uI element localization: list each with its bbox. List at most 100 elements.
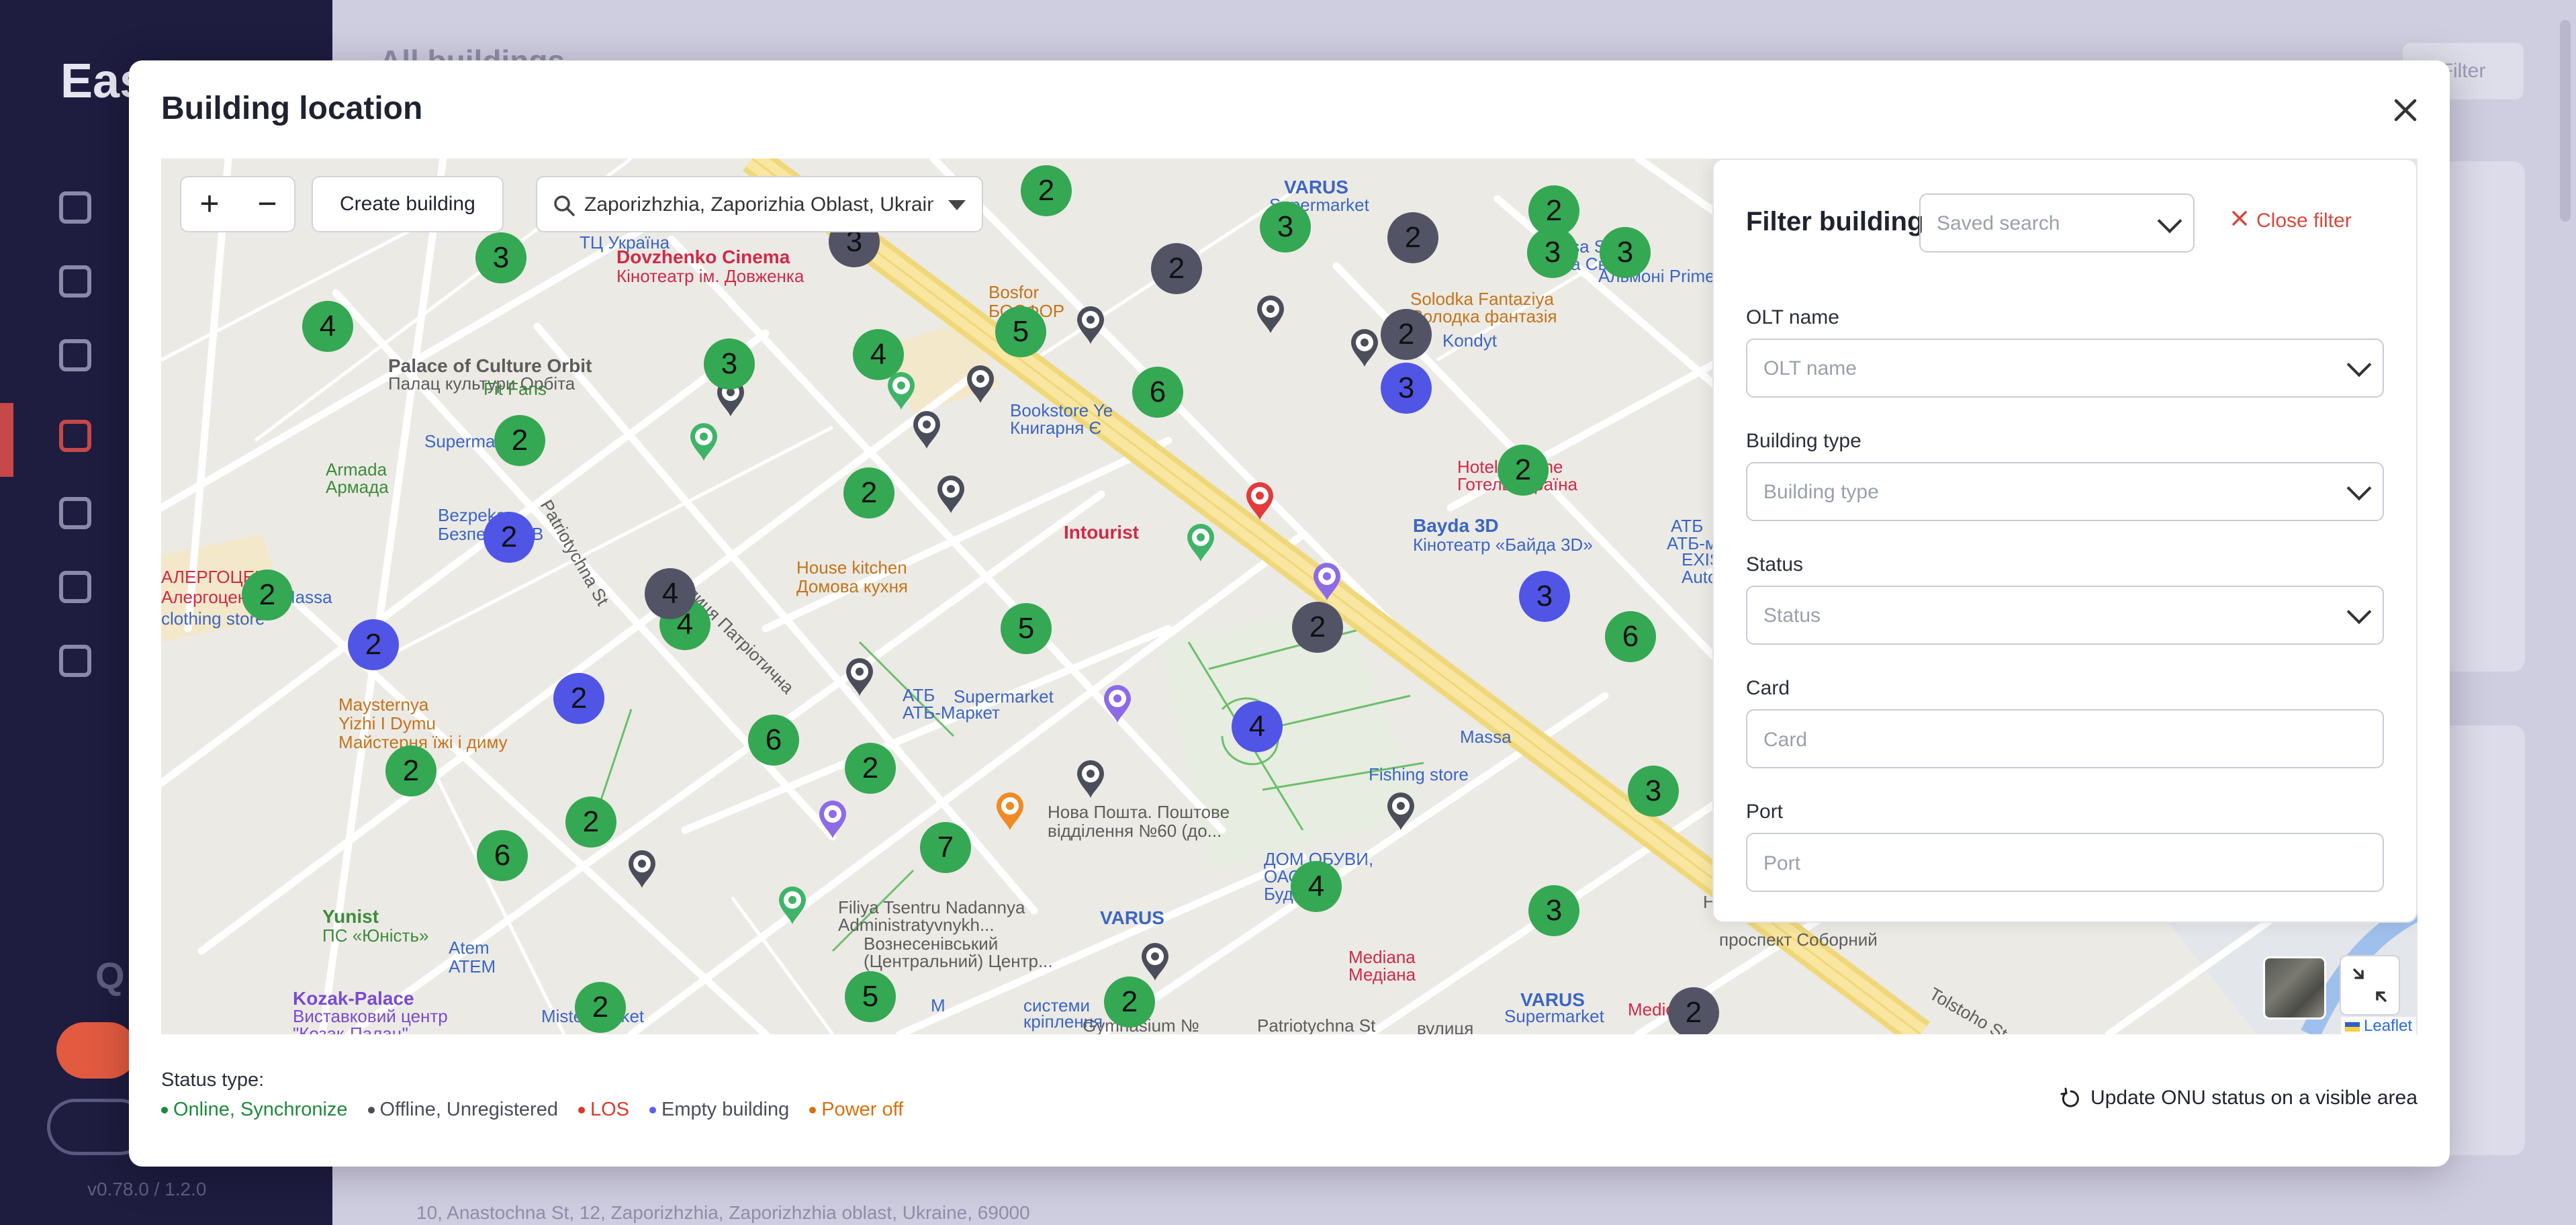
- marker-cluster-grey[interactable]: 2: [1668, 987, 1719, 1034]
- marker-cluster-green[interactable]: 7: [920, 822, 971, 873]
- marker-cluster-green[interactable]: 6: [477, 830, 528, 881]
- building-pin-purple[interactable]: [1311, 561, 1343, 603]
- marker-cluster-green[interactable]: 2: [843, 467, 894, 518]
- marker-cluster-green[interactable]: 3: [1527, 227, 1578, 278]
- leaflet-attribution[interactable]: Leaflet: [2341, 1017, 2417, 1034]
- chevron-down-icon[interactable]: [948, 200, 966, 210]
- marker-cluster-green[interactable]: 3: [1260, 201, 1311, 253]
- buildings-icon[interactable]: [59, 420, 91, 452]
- marker-cluster-green[interactable]: 4: [853, 329, 904, 380]
- marker-cluster-green[interactable]: 3: [704, 338, 755, 390]
- marker-cluster-grey[interactable]: 4: [645, 568, 696, 619]
- marker-cluster-grey[interactable]: 2: [1292, 602, 1343, 653]
- attribution-link[interactable]: Leaflet: [2364, 1017, 2412, 1034]
- status-legend-label: Power off: [821, 1099, 904, 1120]
- building-pin-grey[interactable]: [1074, 305, 1107, 347]
- location-search[interactable]: [536, 176, 983, 232]
- building-pin-purple[interactable]: [817, 799, 849, 841]
- zoom-in-button[interactable]: +: [181, 177, 238, 231]
- table-row[interactable]: 10, Anastochna St, 12, Zaporizhzhia, Zap…: [416, 1202, 1030, 1224]
- marker-cluster-blue[interactable]: 3: [1381, 363, 1432, 414]
- building-pin-grey[interactable]: [935, 474, 967, 516]
- dashboard-icon[interactable]: [59, 191, 91, 224]
- marker-cluster-green[interactable]: 2: [565, 797, 616, 848]
- marker-cluster-green[interactable]: 3: [1628, 766, 1679, 817]
- globe-icon[interactable]: [59, 339, 91, 371]
- location-search-input[interactable]: [583, 187, 935, 223]
- close-icon: [2232, 211, 2247, 226]
- port-input[interactable]: [1762, 845, 2369, 882]
- marker-cluster-green[interactable]: 2: [575, 982, 626, 1033]
- building-pin-green[interactable]: [1185, 523, 1217, 564]
- building-pin-grey[interactable]: [911, 410, 943, 451]
- marker-cluster-grey[interactable]: 2: [1151, 243, 1202, 294]
- map-label: Bayda 3D: [1413, 515, 1499, 536]
- close-icon[interactable]: [2387, 91, 2424, 129]
- status-legend-item: Empty building: [649, 1099, 789, 1120]
- settings-icon[interactable]: [59, 645, 91, 677]
- saved-search-placeholder: Saved search: [1937, 212, 2060, 234]
- marker-cluster-green[interactable]: 5: [845, 971, 896, 1022]
- port-field[interactable]: [1746, 833, 2384, 892]
- marker-cluster-green[interactable]: 6: [748, 715, 799, 766]
- marker-cluster-green[interactable]: 3: [475, 232, 526, 283]
- page-scrollbar[interactable]: [2560, 20, 2571, 222]
- pages-icon[interactable]: [59, 265, 91, 298]
- satellite-layer-toggle[interactable]: [2263, 956, 2326, 1019]
- building-pin-grey[interactable]: [626, 849, 658, 891]
- close-filter-button[interactable]: Close filter: [2229, 210, 2352, 232]
- marker-cluster-green[interactable]: 5: [995, 306, 1046, 357]
- marker-cluster-green[interactable]: 2: [385, 745, 436, 797]
- marker-cluster-green[interactable]: 2: [1021, 165, 1072, 216]
- building-pin-grey[interactable]: [1254, 294, 1287, 336]
- building-pin-orange[interactable]: [994, 791, 1026, 833]
- marker-cluster-blue[interactable]: 2: [484, 512, 535, 563]
- saved-search-select[interactable]: Saved search: [1919, 193, 2195, 253]
- marker-cluster-green[interactable]: 3: [1600, 227, 1651, 278]
- marker-cluster-green[interactable]: 6: [1132, 367, 1183, 418]
- card-field[interactable]: [1746, 709, 2384, 768]
- status-dot-icon: [161, 1107, 168, 1114]
- building-pin-grey[interactable]: [964, 364, 997, 406]
- building-pin-green[interactable]: [688, 422, 720, 463]
- zoom-out-button[interactable]: −: [239, 177, 295, 231]
- building-type-select[interactable]: Building type: [1746, 462, 2384, 521]
- marker-cluster-green[interactable]: 2: [494, 415, 545, 466]
- marker-cluster-green[interactable]: 5: [1001, 603, 1052, 654]
- server-icon[interactable]: [59, 497, 91, 529]
- marker-cluster-green[interactable]: 2: [242, 570, 293, 621]
- marker-cluster-green[interactable]: 2: [845, 743, 896, 794]
- marker-cluster-grey[interactable]: 2: [1381, 309, 1432, 360]
- chart-icon[interactable]: [59, 571, 91, 603]
- refresh-icon: [2060, 1087, 2079, 1107]
- building-pin-green[interactable]: [776, 885, 809, 927]
- fullscreen-exit-button[interactable]: [2340, 955, 2400, 1015]
- marker-cluster-blue[interactable]: 2: [553, 673, 604, 724]
- marker-cluster-green[interactable]: 4: [1291, 861, 1342, 912]
- building-pin-grey[interactable]: [1348, 328, 1381, 369]
- ukraine-flag-icon: [2345, 1022, 2360, 1032]
- building-pin-red[interactable]: [1244, 481, 1276, 523]
- building-pin-purple[interactable]: [1101, 684, 1134, 725]
- olt-name-select[interactable]: OLT name: [1746, 338, 2384, 398]
- status-select[interactable]: Status: [1746, 586, 2384, 645]
- marker-cluster-blue[interactable]: 2: [348, 619, 399, 670]
- update-onu-status-button[interactable]: Update ONU status on a visible area: [2060, 1087, 2418, 1110]
- map[interactable]: Dovzhenko Cinema Кінотеатр ім. Довженка ТЦ…: [161, 158, 2418, 1034]
- marker-cluster-blue[interactable]: 3: [1519, 571, 1570, 622]
- marker-cluster-green[interactable]: 4: [302, 301, 353, 352]
- marker-cluster-blue[interactable]: 4: [1232, 701, 1283, 752]
- create-building-button[interactable]: Create building: [312, 176, 504, 232]
- marker-cluster-green[interactable]: 3: [1528, 885, 1579, 936]
- card-input[interactable]: [1762, 721, 2369, 759]
- building-pin-grey[interactable]: [1385, 791, 1417, 833]
- building-pin-grey[interactable]: [1074, 759, 1107, 801]
- sidebar-action-button[interactable]: [56, 1022, 137, 1079]
- marker-cluster-green[interactable]: 6: [1605, 611, 1656, 662]
- building-pin-grey[interactable]: [1139, 942, 1171, 983]
- marker-cluster-grey[interactable]: 2: [1387, 212, 1438, 263]
- marker-cluster-green[interactable]: 2: [1104, 977, 1155, 1028]
- building-pin-grey[interactable]: [843, 657, 876, 698]
- marker-cluster-green[interactable]: 2: [1498, 445, 1549, 496]
- map-label: Intourist: [1064, 522, 1139, 543]
